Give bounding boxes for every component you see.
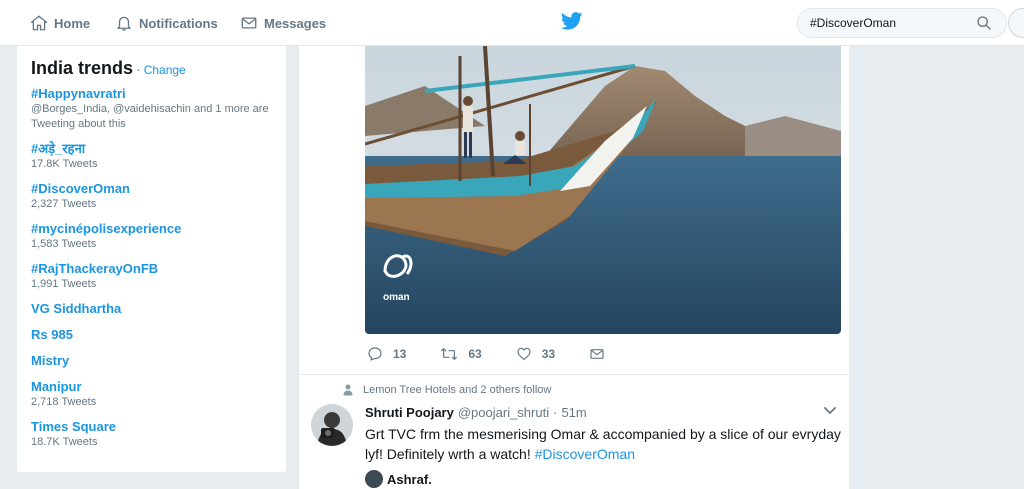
trend-meta: 2,718 Tweets: [31, 396, 97, 408]
retweet-count: 63: [468, 347, 482, 361]
nav-messages[interactable]: Messages: [240, 0, 326, 46]
bell-icon: [117, 16, 131, 31]
trend-item[interactable]: Manipur 2,718 Tweets: [31, 379, 272, 410]
trend-meta: 18.7K Tweets: [31, 436, 98, 448]
trends-header: India trends · Change: [31, 58, 272, 79]
trend-name: #अड़े_रहना: [31, 141, 86, 156]
reply-button[interactable]: 13: [367, 346, 406, 362]
trend-item[interactable]: #अड़े_रहना 17.8K Tweets: [31, 141, 272, 172]
tweet-header-separator: ·: [553, 405, 558, 420]
trend-name: #RajThackerayOnFB: [31, 261, 159, 276]
trend-meta: 17.8K Tweets: [31, 158, 98, 170]
tweet-hashtag-link[interactable]: #DiscoverOman: [535, 446, 635, 462]
social-context[interactable]: Lemon Tree Hotels and 2 others follow: [343, 384, 551, 396]
tweet-timestamp[interactable]: 51m: [561, 405, 586, 420]
profile-avatar[interactable]: [1008, 8, 1024, 38]
trends-title: India trends: [31, 58, 134, 78]
retweet-button[interactable]: 63: [440, 346, 482, 362]
tweet-header: Shruti Poojary @poojari_shruti · 51m: [365, 405, 587, 420]
author-photo: [311, 404, 353, 446]
direct-message-button[interactable]: [589, 346, 615, 362]
like-count: 33: [541, 347, 556, 361]
tweet-author-name[interactable]: Shruti Poojary: [365, 405, 454, 420]
nav-home-label: Home: [54, 15, 91, 31]
person-icon: [343, 384, 353, 396]
top-navigation-bar: Home Notifications Messages #DiscoverOma…: [0, 0, 1024, 46]
trend-name: Times Square: [31, 419, 117, 434]
search-icon[interactable]: [976, 15, 992, 31]
trend-item[interactable]: Mistry: [31, 353, 272, 369]
search-input-value: #DiscoverOman: [810, 16, 897, 30]
nav-notifications-label: Notifications: [139, 15, 218, 31]
tweet-media-image[interactable]: oman: [365, 46, 841, 334]
tweet-actions: 13 63 33: [367, 346, 649, 362]
nav-home[interactable]: Home: [30, 0, 90, 46]
quoted-author-name: Ashraf.: [387, 471, 432, 487]
trend-name: Manipur: [31, 379, 82, 394]
trend-meta: 2,327 Tweets: [31, 198, 97, 210]
trends-panel: India trends · Change #Happynavratri @Bo…: [16, 46, 287, 473]
trend-item[interactable]: #Happynavratri @Borges_India, @vaidehisa…: [31, 86, 272, 132]
trend-name: #Happynavratri: [31, 86, 126, 101]
envelope-icon: [590, 349, 604, 359]
nav-messages-label: Messages: [264, 15, 327, 31]
quoted-author-avatar: [365, 470, 383, 488]
like-button[interactable]: 33: [516, 346, 555, 362]
trend-name: Rs 985: [31, 327, 73, 342]
trends-separator: ·: [136, 61, 141, 77]
trend-item[interactable]: Times Square 18.7K Tweets: [31, 419, 272, 450]
search-input[interactable]: #DiscoverOman: [797, 8, 1007, 38]
tweet-text: Grt TVC frm the mesmerising Omar & accom…: [365, 424, 845, 464]
home-icon: [30, 15, 48, 31]
trend-name: #DiscoverOman: [31, 181, 130, 196]
nav-notifications[interactable]: Notifications: [115, 0, 218, 46]
trend-item[interactable]: #RajThackerayOnFB 1,991 Tweets: [31, 261, 272, 292]
boat-scene-illustration: oman: [365, 46, 841, 334]
tweet-author-handle[interactable]: @poojari_shruti: [458, 405, 549, 420]
trend-meta: 1,991 Tweets: [31, 278, 97, 290]
trend-name: Mistry: [31, 353, 70, 368]
reply-count: 13: [393, 347, 407, 361]
reply-icon: [368, 347, 382, 361]
trend-item[interactable]: #DiscoverOman 2,327 Tweets: [31, 181, 272, 212]
social-context-text: Lemon Tree Hotels and 2 others follow: [363, 384, 552, 396]
trend-item[interactable]: VG Siddhartha: [31, 301, 272, 317]
twitter-bird-icon[interactable]: [561, 12, 583, 30]
trend-name: VG Siddhartha: [31, 301, 122, 316]
trend-item[interactable]: Rs 985: [31, 327, 272, 343]
envelope-icon: [241, 17, 257, 29]
heart-icon: [517, 347, 531, 360]
chevron-down-icon[interactable]: [823, 406, 837, 416]
tweet-author-avatar[interactable]: [311, 404, 353, 446]
tweet-divider: [299, 374, 849, 375]
trend-meta: 1,583 Tweets: [31, 238, 97, 250]
quoted-tweet-header[interactable]: Ashraf.: [365, 470, 432, 488]
trend-name: #mycinépolisexperience: [31, 221, 182, 236]
timeline: oman 13 63 33 Lemon Tree Hotels and 2 ot…: [298, 46, 850, 489]
oman-logo-text: oman: [383, 292, 410, 303]
trends-change-link[interactable]: Change: [144, 63, 186, 77]
trend-meta: @Borges_India, @vaidehisachin and 1 more…: [31, 103, 269, 130]
retweet-icon: [441, 348, 458, 360]
trend-item[interactable]: #mycinépolisexperience 1,583 Tweets: [31, 221, 272, 252]
